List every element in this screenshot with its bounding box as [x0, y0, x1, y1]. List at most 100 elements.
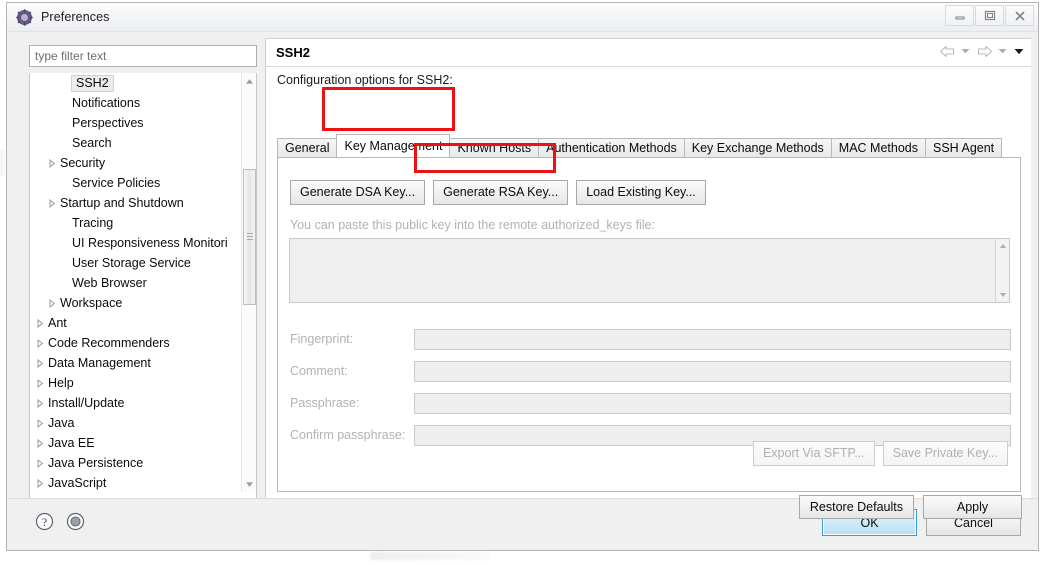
scroll-up-arrow-icon[interactable]: [996, 239, 1010, 253]
window-title: Preferences: [41, 10, 110, 24]
tree-vertical-scrollbar[interactable]: [241, 73, 256, 492]
expand-arrow-icon[interactable]: [32, 413, 47, 433]
load-existing-key-button[interactable]: Load Existing Key...: [576, 180, 706, 205]
tab-general[interactable]: General: [277, 138, 338, 157]
maximize-button[interactable]: [975, 5, 1004, 26]
forward-arrow-icon[interactable]: [975, 41, 993, 61]
tree-item-help[interactable]: Help: [30, 373, 242, 393]
expand-arrow-icon[interactable]: [32, 433, 47, 453]
tree-item-workspace[interactable]: Workspace: [30, 293, 242, 313]
svg-text:?: ?: [42, 515, 47, 529]
tree-item-label: Java Persistence: [48, 456, 144, 470]
generate-dsa-key-button[interactable]: Generate DSA Key...: [290, 180, 426, 205]
comment-field[interactable]: [414, 360, 1011, 382]
back-history-chevron-down-icon[interactable]: [959, 41, 972, 61]
tree-item-search[interactable]: Search: [30, 133, 242, 153]
help-question-icon[interactable]: ?: [35, 512, 54, 534]
tab-authentication-methods[interactable]: Authentication Methods: [538, 138, 685, 157]
window-controls: [944, 5, 1034, 26]
scroll-up-arrow-icon[interactable]: [242, 73, 256, 89]
passphrase-field-row: Passphrase:: [290, 392, 1011, 414]
tree-item-install-update[interactable]: Install/Update: [30, 393, 242, 413]
tree-scrollbar-thumb[interactable]: [243, 169, 256, 305]
tab-key-management[interactable]: Key Management: [336, 134, 451, 157]
tree-item-label: UI Responsiveness Monitori: [72, 236, 228, 250]
tree-item-java[interactable]: Java: [30, 413, 242, 433]
apply-button[interactable]: Apply: [923, 495, 1022, 519]
public-key-textarea[interactable]: [289, 238, 1010, 303]
tree-item-ssh2[interactable]: SSH2: [30, 73, 242, 93]
tree-item-label: Search: [72, 136, 112, 150]
tree-item-notifications[interactable]: Notifications: [30, 93, 242, 113]
expand-arrow-icon[interactable]: [44, 153, 59, 173]
tree-item-ui-responsiveness-monitori[interactable]: UI Responsiveness Monitori: [30, 233, 242, 253]
expand-arrow-icon[interactable]: [32, 373, 47, 393]
page-nav-controls: [938, 41, 1025, 61]
tree-item-javascript[interactable]: JavaScript: [30, 473, 242, 492]
info-circle-icon[interactable]: [66, 512, 85, 534]
window-body: SSH2 Notifications Perspectives Search Secur…: [7, 31, 1038, 525]
tree-item-label: Startup and Shutdown: [60, 196, 184, 210]
expand-arrow-icon[interactable]: [32, 453, 47, 473]
passphrase-field-label: Passphrase:: [290, 396, 360, 410]
tree-item-user-storage-service[interactable]: User Storage Service: [30, 253, 242, 273]
forward-history-chevron-down-icon[interactable]: [996, 41, 1009, 61]
scroll-down-arrow-icon[interactable]: [996, 288, 1010, 302]
tree-item-service-policies[interactable]: Service Policies: [30, 173, 242, 193]
tree-item-web-browser[interactable]: Web Browser: [30, 273, 242, 293]
expand-arrow-icon[interactable]: [32, 333, 47, 353]
tab-key-exchange-methods[interactable]: Key Exchange Methods: [683, 138, 832, 157]
backdrop-artifact: [370, 552, 490, 560]
save-private-key-button: Save Private Key...: [882, 441, 1008, 466]
scroll-down-arrow-icon[interactable]: [242, 476, 256, 492]
page-title: SSH2: [276, 45, 310, 60]
expand-arrow-icon[interactable]: [44, 193, 59, 213]
page-header: SSH2: [266, 39, 1031, 67]
scrollbar-grip-icon: [247, 233, 253, 241]
filter-input[interactable]: [29, 45, 257, 67]
tree-item-startup-and-shutdown[interactable]: Startup and Shutdown: [30, 193, 242, 213]
preferences-gear-icon: [16, 8, 33, 26]
view-menu-icon[interactable]: [1012, 41, 1025, 61]
expand-arrow-icon[interactable]: [32, 353, 47, 373]
tree-item-label: Workspace: [60, 296, 123, 310]
tab-known-hosts[interactable]: Known Hosts: [449, 138, 540, 157]
tree-item-label: Notifications: [72, 96, 141, 110]
passphrase-field[interactable]: [414, 392, 1011, 414]
tree-item-perspectives[interactable]: Perspectives: [30, 113, 242, 133]
tree-item-java-ee[interactable]: Java EE: [30, 433, 242, 453]
tree-item-data-management[interactable]: Data Management: [30, 353, 242, 373]
expand-arrow-icon[interactable]: [32, 473, 47, 492]
tree-item-label: Tracing: [72, 216, 114, 230]
tab-strip: General Key Management Known Hosts Authenti…: [277, 134, 1003, 157]
public-key-scrollbar[interactable]: [995, 239, 1009, 302]
tab-ssh-agent[interactable]: SSH Agent: [925, 138, 1003, 157]
expand-arrow-icon[interactable]: [44, 293, 59, 313]
preference-page-pane: SSH2 Configuration options for SSH2: Gen…: [265, 38, 1031, 519]
expand-arrow-icon[interactable]: [32, 313, 47, 333]
tree-item-label: Service Policies: [72, 176, 161, 190]
tree-item-label: Ant: [48, 316, 67, 330]
tree-item-security[interactable]: Security: [30, 153, 242, 173]
tab-mac-methods[interactable]: MAC Methods: [830, 138, 926, 157]
tree-item-java-persistence[interactable]: Java Persistence: [30, 453, 242, 473]
expand-arrow-icon[interactable]: [32, 393, 47, 413]
tree-item-label: Data Management: [48, 356, 151, 370]
generate-rsa-key-button[interactable]: Generate RSA Key...: [433, 180, 569, 205]
tree-item-label: Java EE: [48, 436, 95, 450]
tree-item-label: SSH2: [71, 74, 114, 92]
key-export-buttons: Export Via SFTP... Save Private Key...: [752, 441, 1008, 466]
back-arrow-icon[interactable]: [938, 41, 956, 61]
close-button[interactable]: [1005, 5, 1034, 26]
tree-item-code-recommenders[interactable]: Code Recommenders: [30, 333, 242, 353]
fingerprint-field[interactable]: [414, 328, 1011, 350]
minimize-button[interactable]: [945, 5, 974, 26]
tree-item-ant[interactable]: Ant: [30, 313, 242, 333]
tree-item-tracing[interactable]: Tracing: [30, 213, 242, 233]
restore-defaults-button[interactable]: Restore Defaults: [798, 495, 914, 519]
